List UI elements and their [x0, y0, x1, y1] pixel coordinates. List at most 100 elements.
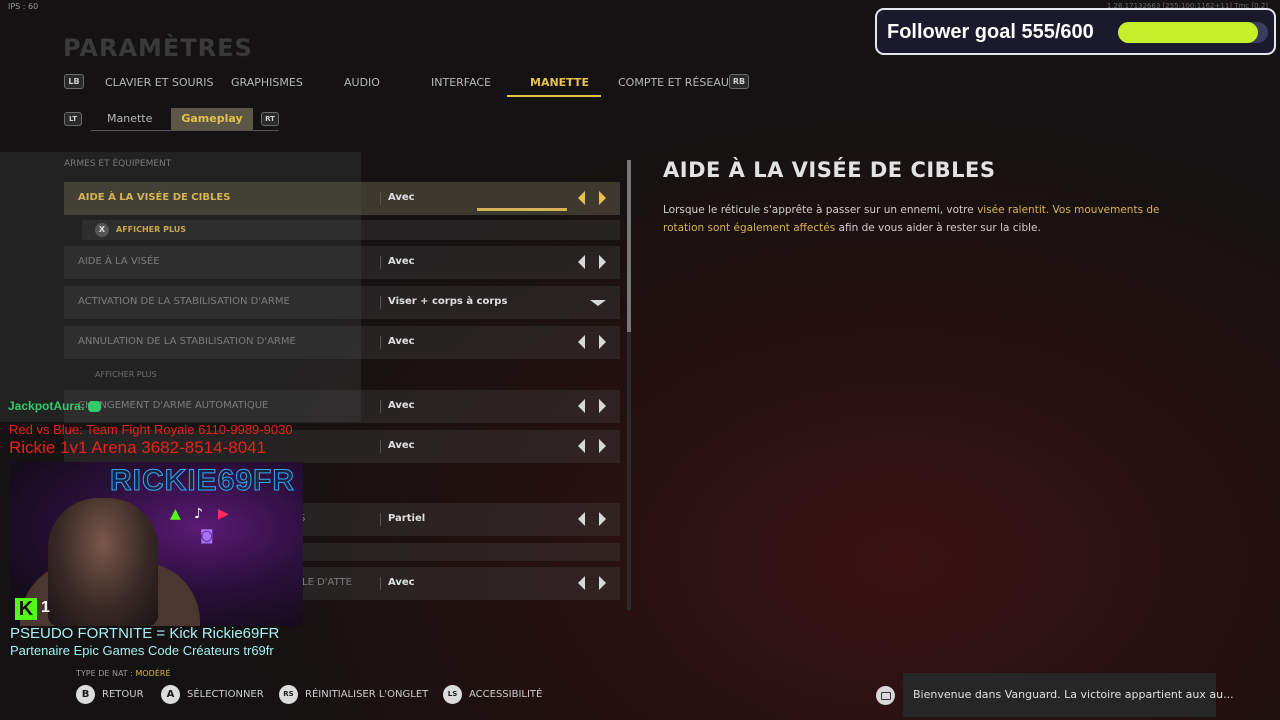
- nat-label: TYPE DE NAT :: [76, 669, 136, 678]
- arrow-right-icon[interactable]: [599, 191, 606, 205]
- section-label: ARMES ET ÉQUIPEMENT: [64, 159, 172, 169]
- setting-label: CHANGEMENT D'ARME AUTOMATIQUE: [78, 400, 269, 411]
- reset-label: RÉINITIALISER L'ONGLET: [305, 689, 429, 700]
- setting-row-aide-visee[interactable]: AIDE À LA VISÉE Avec: [64, 246, 620, 279]
- ls-button-icon: LS: [443, 685, 462, 704]
- lb-hint-icon[interactable]: LB: [64, 74, 84, 89]
- divider: [380, 440, 381, 453]
- arrow-right-icon[interactable]: [599, 439, 606, 453]
- webcam-overlay: RICKIE69FR ▲ ♪ ▶ ◙ K 1: [10, 462, 303, 626]
- tab-compte-et-reseau[interactable]: COMPTE ET RÉSEAU: [618, 76, 729, 89]
- follower-goal-fill: [1118, 22, 1258, 43]
- rt-hint-icon[interactable]: RT: [261, 112, 279, 126]
- arrow-right-icon[interactable]: [599, 399, 606, 413]
- setting-value: Avec: [388, 577, 415, 588]
- arrow-left-icon[interactable]: [578, 399, 585, 413]
- setting-label: AIDE À LA VISÉE DE CIBLES: [78, 192, 231, 203]
- divider: [380, 400, 381, 413]
- tiktok-logo-icon: ♪: [194, 506, 203, 522]
- tab-interface[interactable]: INTERFACE: [431, 76, 491, 89]
- select-label: SÉLECTIONNER: [187, 689, 264, 700]
- nat-value: MODÉRÉ: [135, 669, 171, 678]
- tab-audio[interactable]: AUDIO: [344, 76, 380, 89]
- setting-value: Avec: [388, 256, 415, 267]
- arrow-left-icon[interactable]: [578, 512, 585, 526]
- overlay-text-red-1: Red vs Blue: Team Fight Royale 6110-9989…: [9, 422, 293, 437]
- arrow-left-icon[interactable]: [578, 576, 585, 590]
- arrow-right-icon[interactable]: [599, 512, 606, 526]
- setting-label: ANNULATION DE LA STABILISATION D'ARME: [78, 336, 296, 347]
- arrow-right-icon[interactable]: [599, 255, 606, 269]
- rs-button-icon: RS: [279, 685, 298, 704]
- setting-label: AIDE À LA VISÉE: [78, 256, 160, 267]
- nat-type: TYPE DE NAT : MODÉRÉ: [76, 669, 171, 678]
- arrow-left-icon[interactable]: [578, 335, 585, 349]
- detail-text: Lorsque le réticule s'apprête à passer s…: [663, 204, 978, 216]
- notification-icon[interactable]: [876, 686, 895, 705]
- divider: [380, 513, 381, 526]
- detail-description: Lorsque le réticule s'apprête à passer s…: [663, 201, 1183, 237]
- twitch-logo-icon: ◙: [200, 528, 214, 544]
- setting-value: Avec: [388, 440, 415, 451]
- divider: [380, 577, 381, 590]
- tab-clavier-et-souris[interactable]: CLAVIER ET SOURIS: [105, 76, 213, 89]
- kick-badge-icon: K: [15, 598, 37, 620]
- kick-logo-icon: ▲: [170, 506, 181, 522]
- selection-bar: [477, 208, 567, 211]
- streamer-head: [48, 498, 158, 626]
- x-button-icon: X: [95, 223, 109, 237]
- lt-hint-icon[interactable]: LT: [64, 112, 82, 126]
- active-tab-indicator: [507, 95, 601, 97]
- arrow-right-icon[interactable]: [599, 576, 606, 590]
- show-more-button[interactable]: X AFFICHER PLUS: [82, 220, 620, 240]
- setting-value: Avec: [388, 336, 415, 347]
- viewer-count: 1: [41, 599, 50, 616]
- fps-counter: IPS : 60: [8, 2, 39, 11]
- setting-label: ACTIVATION DE LA STABILISATION D'ARME: [78, 296, 290, 307]
- arrow-left-icon[interactable]: [578, 439, 585, 453]
- follower-goal-text: Follower goal 555/600: [887, 21, 1094, 43]
- divider: [380, 336, 381, 349]
- detail-text: afin de vous aider à rester sur la cible…: [835, 222, 1041, 234]
- arrow-left-icon[interactable]: [578, 255, 585, 269]
- rb-hint-icon[interactable]: RB: [729, 74, 749, 89]
- divider: [380, 256, 381, 269]
- subtab-gameplay[interactable]: Gameplay: [171, 108, 253, 130]
- youtube-logo-icon: ▶: [218, 506, 229, 522]
- accessibility-label: ACCESSIBILITÉ: [469, 689, 543, 700]
- tab-manette[interactable]: MANETTE: [530, 76, 589, 89]
- setting-row-aide-visee-cibles[interactable]: AIDE À LA VISÉE DE CIBLES Avec: [64, 182, 620, 215]
- setting-row-annulation-stabilisation[interactable]: ANNULATION DE LA STABILISATION D'ARME Av…: [64, 326, 620, 359]
- setting-label: LE D'ATTE: [302, 577, 352, 588]
- notification-toast[interactable]: Bienvenue dans Vanguard. La victoire app…: [903, 673, 1234, 717]
- follower-goal-widget: Follower goal 555/600: [875, 8, 1276, 55]
- page-title: PARAMÈTRES: [63, 34, 253, 62]
- overlay-text-red-2: Rickie 1v1 Arena 3682-8514-8041: [9, 438, 267, 457]
- show-more-link[interactable]: AFFICHER PLUS: [95, 370, 157, 379]
- arrow-left-icon[interactable]: [578, 191, 585, 205]
- setting-value: Partiel: [388, 513, 426, 524]
- channel-neon-sign: RICKIE69FR: [109, 464, 296, 498]
- overlay-text-cyan-2: Partenaire Epic Games Code Créateurs tr6…: [10, 643, 274, 658]
- follower-goal-track: [1118, 22, 1268, 43]
- b-button-icon: B: [76, 685, 95, 704]
- back-label: RETOUR: [102, 689, 144, 700]
- setting-value: Avec: [388, 192, 415, 203]
- detail-title: AIDE À LA VISÉE DE CIBLES: [663, 158, 996, 182]
- subtab-divider: [91, 130, 279, 131]
- setting-value: Avec: [388, 400, 415, 411]
- overlay-text-cyan-1: PSEUDO FORTNITE = Kick Rickie69FR: [10, 625, 280, 642]
- scrollbar-thumb[interactable]: [627, 160, 631, 332]
- subtab-manette[interactable]: Manette: [107, 108, 152, 130]
- divider: [380, 296, 381, 309]
- divider: [380, 192, 381, 205]
- setting-value: Viser + corps à corps: [388, 296, 508, 307]
- notification-text: Bienvenue dans Vanguard. La victoire app…: [913, 688, 1234, 701]
- arrow-right-icon[interactable]: [599, 335, 606, 349]
- chat-username: JackpotAura:: [8, 399, 85, 413]
- tab-graphismes[interactable]: GRAPHISMES: [231, 76, 303, 89]
- dropdown-arrow-icon[interactable]: [590, 300, 606, 306]
- chat-emote-icon: [88, 401, 101, 412]
- setting-row-changement-arme[interactable]: CHANGEMENT D'ARME AUTOMATIQUE Avec: [64, 390, 620, 423]
- setting-row-activation-stabilisation[interactable]: ACTIVATION DE LA STABILISATION D'ARME Vi…: [64, 286, 620, 319]
